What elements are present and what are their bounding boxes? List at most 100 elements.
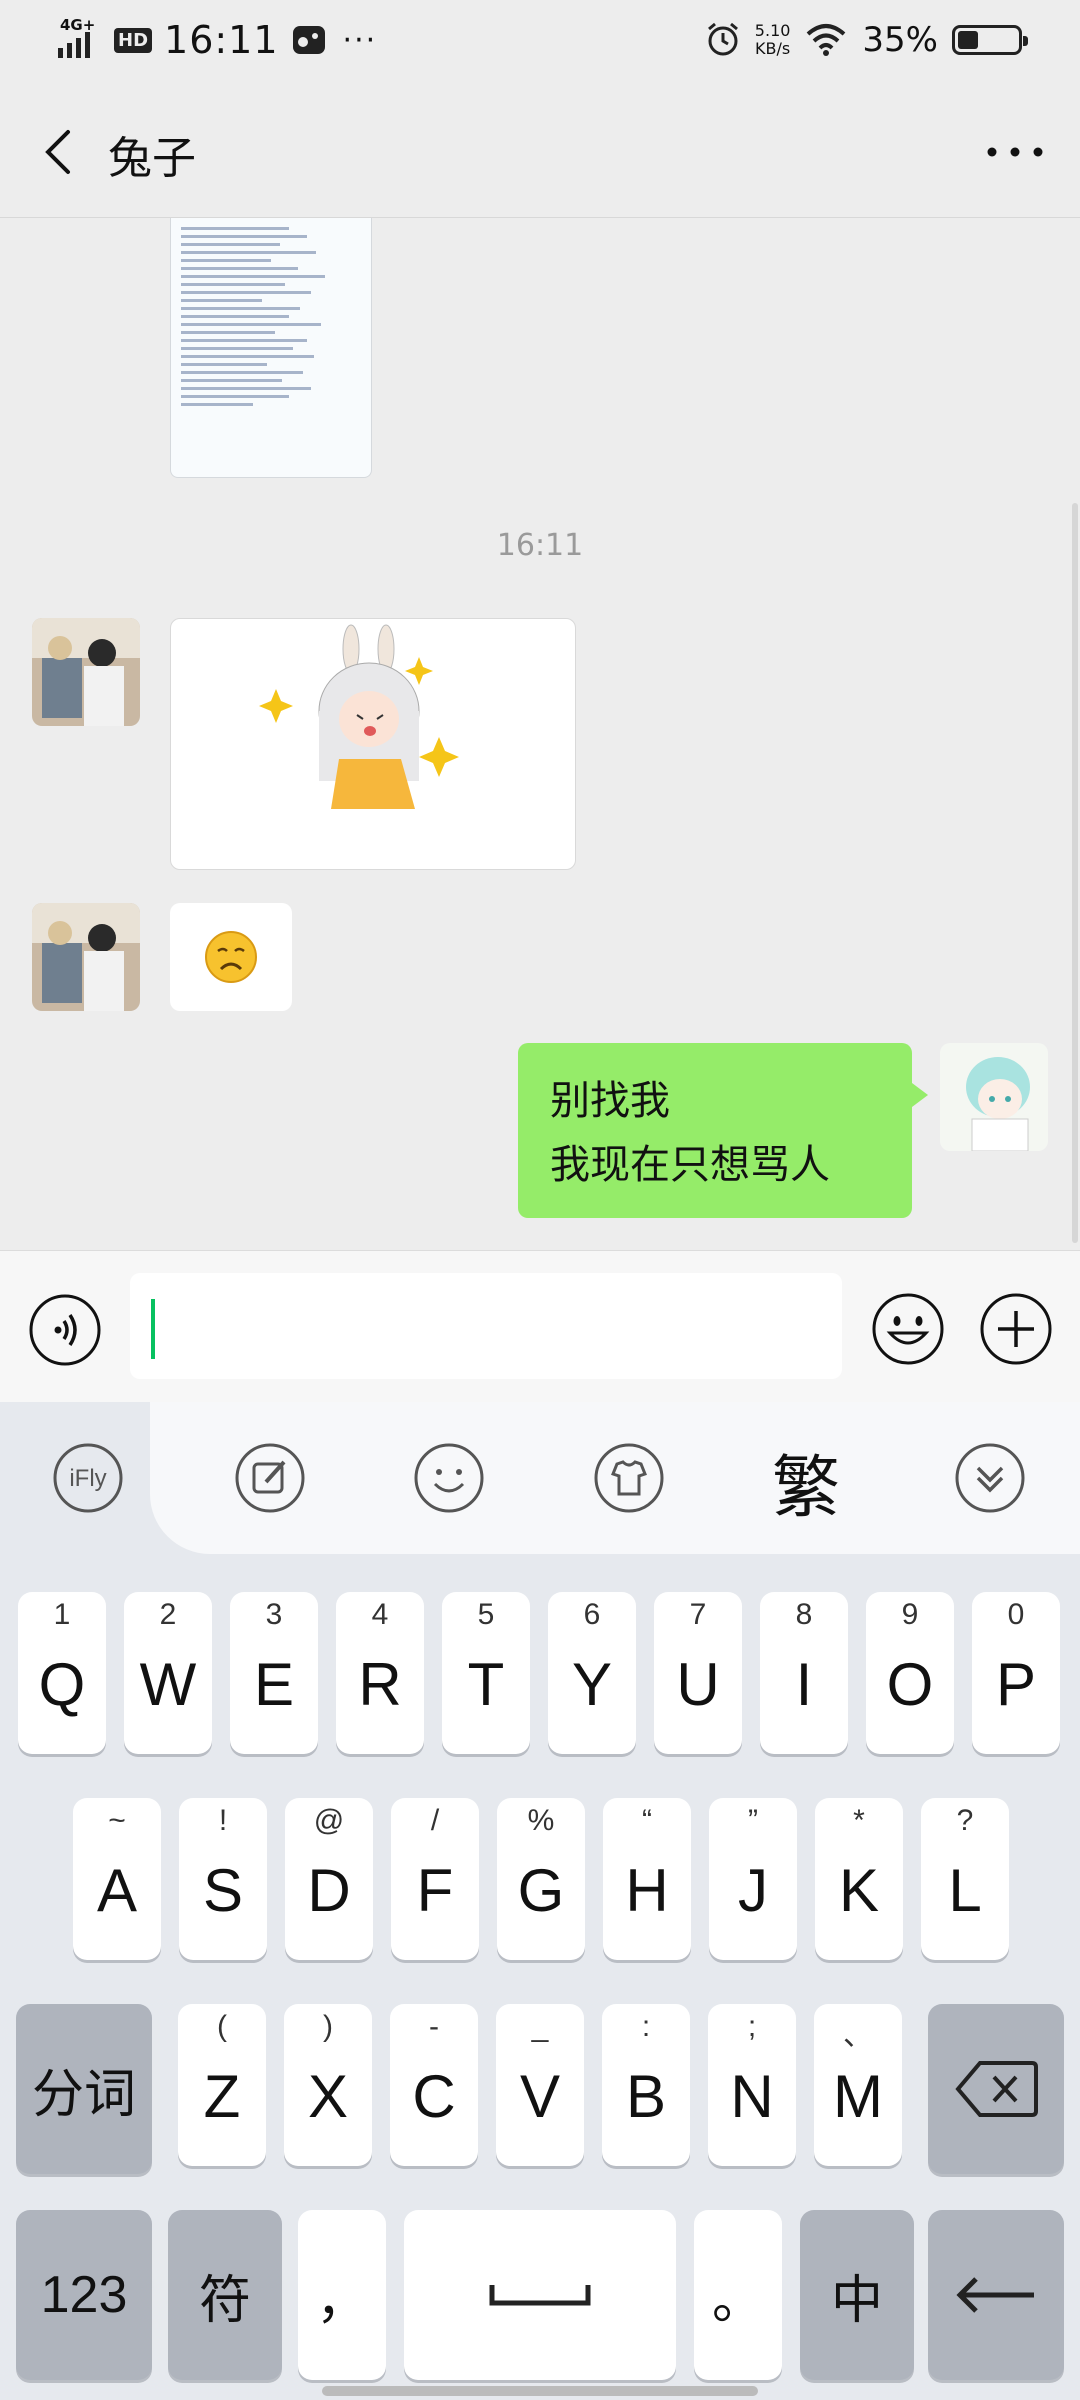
emoji-message[interactable] <box>170 903 292 1011</box>
key-f[interactable]: / F <box>391 1798 479 1960</box>
key-label: P <box>995 1650 1037 1718</box>
voice-icon[interactable] <box>28 1293 102 1367</box>
ifly-logo-icon[interactable]: iFly <box>50 1440 126 1516</box>
key-alt-label: * <box>853 1804 865 1837</box>
key-w[interactable]: 2W <box>124 1592 212 1754</box>
worried-face-icon <box>205 931 257 983</box>
key-g[interactable]: % G <box>497 1798 585 1960</box>
key-l[interactable]: ? L <box>921 1798 1009 1960</box>
smiley-icon[interactable] <box>870 1291 946 1367</box>
key-label: M <box>833 2062 883 2130</box>
chat-header: 兔子 <box>0 86 1080 218</box>
key-r[interactable]: 4R <box>336 1592 424 1754</box>
document-image-message[interactable] <box>170 218 372 478</box>
key-p[interactable]: 0P <box>972 1592 1060 1754</box>
collapse-icon[interactable] <box>952 1440 1028 1516</box>
key-label: F <box>416 1856 454 1924</box>
space-icon <box>489 2285 591 2306</box>
status-bar: 4G+ HD 16:11 ··· 5.10 KB/s 35% <box>0 0 1080 86</box>
traditional-chinese-toggle[interactable]: 繁 <box>772 1432 840 1531</box>
contact-avatar[interactable] <box>32 618 140 726</box>
key-alt-label: 9 <box>901 1598 919 1631</box>
key-m[interactable]: 、 M <box>814 2004 902 2166</box>
key-z[interactable]: (Z <box>178 2004 266 2166</box>
key-alt-label: 3 <box>265 1598 283 1631</box>
numbers-key[interactable]: 123 <box>16 2210 152 2380</box>
key-label: D <box>307 1856 351 1924</box>
game-controller-icon <box>292 26 325 54</box>
key-n[interactable]: ; N <box>708 2004 796 2166</box>
my-avatar[interactable] <box>940 1043 1048 1151</box>
fenci-key[interactable]: 分词 <box>16 2004 152 2174</box>
scrollbar[interactable] <box>1072 503 1078 1243</box>
network-speed: 5.10 KB/s <box>754 21 791 58</box>
key-alt-label: : <box>641 2010 651 2043</box>
message-timestamp: 16:11 <box>496 528 584 563</box>
message-line: 别找我 <box>550 1078 670 1124</box>
space-key[interactable] <box>404 2210 676 2380</box>
key-e[interactable]: 3E <box>230 1592 318 1754</box>
key-q[interactable]: 1Q <box>18 1592 106 1754</box>
keyboard-toolbar: iFly 繁 <box>0 1402 1080 1554</box>
chinese-mode-key[interactable]: 中 <box>800 2210 914 2380</box>
backspace-icon <box>955 2061 1038 2117</box>
key-alt-label: @ <box>313 1804 345 1837</box>
key-alt-label: / <box>430 1804 440 1837</box>
comma-key[interactable]: ， <box>298 2210 386 2380</box>
theme-shirt-icon[interactable] <box>591 1440 667 1516</box>
more-notifications: ··· <box>342 22 378 58</box>
emoji-icon[interactable] <box>411 1440 487 1516</box>
symbols-key[interactable]: 符 <box>168 2210 282 2380</box>
key-d[interactable]: @ D <box>285 1798 373 1960</box>
key-y[interactable]: 6Y <box>548 1592 636 1754</box>
key-label: L <box>948 1856 982 1924</box>
key-label: K <box>838 1856 880 1924</box>
key-alt-label: % <box>527 1804 555 1837</box>
key-x[interactable]: ) X <box>284 2004 372 2166</box>
backspace-key[interactable] <box>928 2004 1064 2174</box>
key-label: V <box>519 2062 561 2130</box>
message-line: 我现在只想骂人 <box>550 1142 830 1188</box>
key-i[interactable]: 8I <box>760 1592 848 1754</box>
contact-avatar[interactable] <box>32 903 140 1011</box>
key-alt-label: 、 <box>843 2019 873 2052</box>
key-a[interactable]: ~ A <box>73 1798 161 1960</box>
clock: 16:11 <box>164 18 279 62</box>
key-alt-label: 2 <box>159 1598 177 1631</box>
plus-icon[interactable] <box>978 1291 1054 1367</box>
key-s[interactable]: ! S <box>179 1798 267 1960</box>
message-input[interactable] <box>130 1273 842 1379</box>
signal-icon: 4G+ <box>58 16 102 60</box>
key-h[interactable]: “H <box>603 1798 691 1960</box>
key-label: X <box>307 2062 349 2130</box>
key-v[interactable]: _ V <box>496 2004 584 2166</box>
key-b[interactable]: :B <box>602 2004 690 2166</box>
key-label: A <box>96 1856 138 1924</box>
wifi-icon <box>807 24 846 56</box>
enter-key[interactable] <box>928 2210 1064 2380</box>
more-horizontal-icon[interactable] <box>980 122 1050 182</box>
message-list[interactable]: 16:11 别找我 我现在只想骂人 <box>0 218 1080 1250</box>
chevron-left-icon[interactable] <box>30 122 90 182</box>
contact-avatar-image <box>32 903 140 1011</box>
alarm-icon <box>707 22 738 56</box>
key-label: N <box>730 2062 774 2130</box>
key-o[interactable]: 9O <box>866 1592 954 1754</box>
key-j[interactable]: ” J <box>709 1798 797 1960</box>
key-c[interactable]: -C <box>390 2004 478 2166</box>
home-indicator[interactable] <box>322 2386 758 2396</box>
key-u[interactable]: 7U <box>654 1592 742 1754</box>
key-t[interactable]: 5T <box>442 1592 530 1754</box>
my-text-message[interactable]: 别找我 我现在只想骂人 <box>518 1043 928 1218</box>
key-label: E <box>253 1650 295 1718</box>
key-k[interactable]: * K <box>815 1798 903 1960</box>
key-alt-label: ( <box>217 2010 227 2043</box>
key-label: U <box>676 1650 720 1718</box>
key-alt-label: 6 <box>583 1598 601 1631</box>
edit-icon[interactable] <box>232 1440 308 1516</box>
key-alt-label: 8 <box>795 1598 813 1631</box>
key-alt-label: 0 <box>1007 1598 1025 1631</box>
period-key[interactable]: 。 <box>694 2210 782 2380</box>
key-label: G <box>517 1856 565 1924</box>
sticker-message[interactable] <box>170 618 576 870</box>
